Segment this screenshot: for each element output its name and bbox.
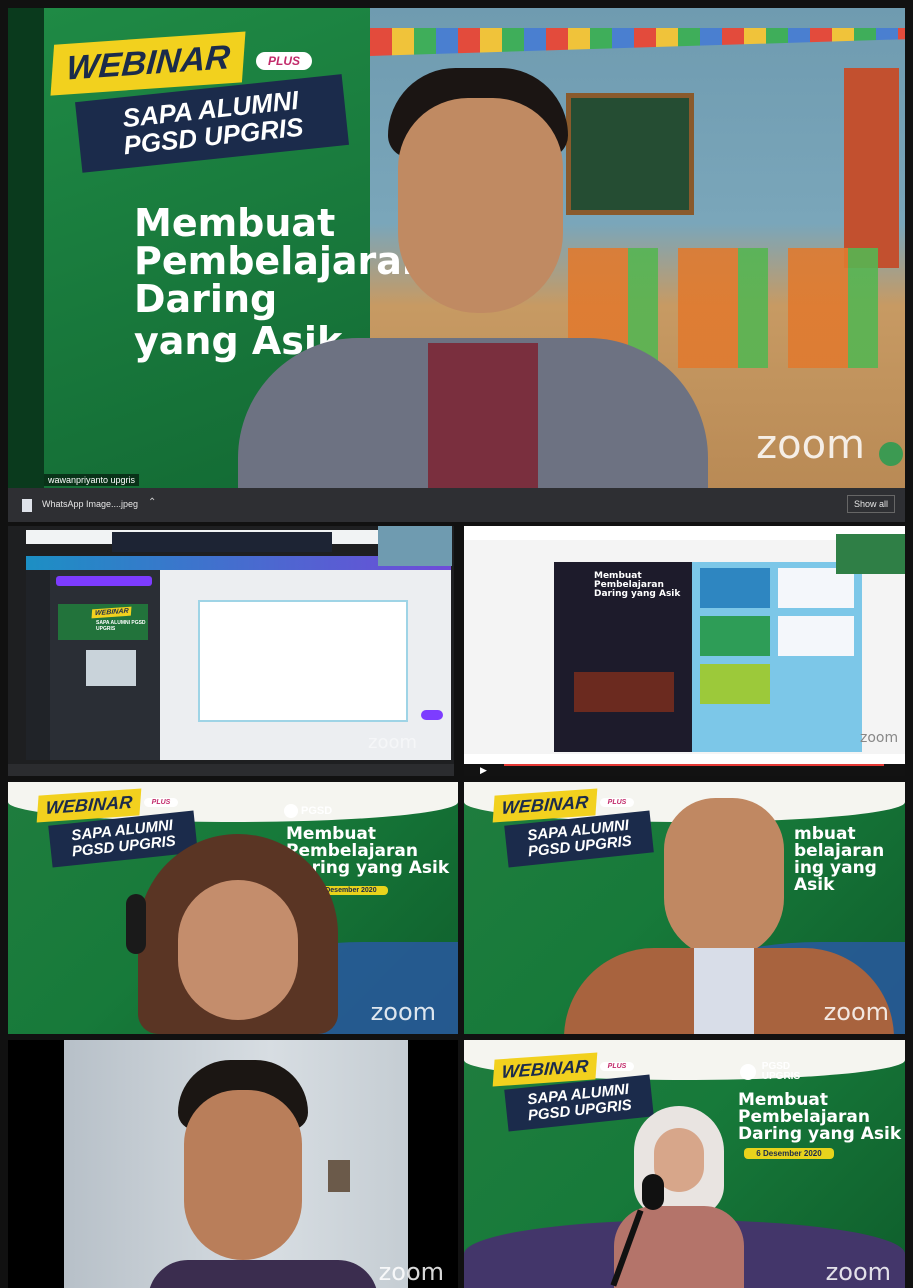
padlet-card-3[interactable] (700, 664, 770, 704)
participant-face (664, 798, 784, 958)
plus-badge-3: PLUS (144, 798, 178, 807)
pgsd-upgris-logo: PGSD UPGRIS (740, 1062, 800, 1082)
play-icon[interactable]: ▶ (480, 765, 487, 776)
zoom-logo-icon (879, 442, 903, 466)
taskbar (8, 764, 454, 776)
participant-video-3 (108, 834, 368, 1034)
download-bar: WhatsApp Image....jpeg ⌃ Show all (8, 488, 905, 522)
microphone-icon (642, 1174, 664, 1210)
plus-badge-6: PLUS (600, 1062, 634, 1071)
padlet-card-5[interactable] (778, 616, 854, 656)
screen-share-tile-2[interactable]: Membuat Pembelajaran Daring yang Asik zo… (464, 526, 905, 776)
zoom-watermark-5: zoom (378, 1258, 444, 1286)
presenter-thumbnail-2 (836, 534, 905, 574)
logo-line-2: UPGRIS (761, 1071, 801, 1082)
poster-title-line-3: Daring yang Asik (594, 589, 681, 599)
padlet-board (692, 562, 862, 752)
zoom-watermark-2: zoom (860, 730, 899, 746)
participant-tile-4[interactable]: WEBINAR PLUS SAPA ALUMNI PGSD UPGRIS mbu… (464, 782, 905, 1034)
photo-thumbnail[interactable] (86, 650, 136, 686)
poster-title: Membuat Pembelajaran Daring yang Asik (594, 572, 680, 599)
padlet-card-2[interactable] (700, 616, 770, 656)
presenter-thumbnail (378, 526, 452, 566)
participant-tile-3[interactable]: WEBINAR PLUS SAPA ALUMNI PGSD UPGRIS PGS… (8, 782, 458, 1034)
classroom-door (844, 68, 899, 268)
webinar-title-6: Membuat Pembelajaran Daring yang Asik (738, 1092, 901, 1143)
speaker-video (238, 68, 708, 488)
pgsd-logo-icon (740, 1064, 756, 1080)
thumbnail-banner-text: SAPA ALUMNI PGSD UPGRIS (96, 620, 146, 632)
download-file-name[interactable]: WhatsApp Image....jpeg (42, 499, 138, 509)
participant-video-6 (604, 1106, 754, 1288)
pgsd-logo-icon (284, 804, 298, 818)
participant-tile-5[interactable]: zoom (8, 1040, 458, 1288)
participant-name-tag: wawanpriyanto upgris (44, 474, 140, 486)
event-date: 6 Desember 2020 (744, 1148, 834, 1159)
canva-sidebar (26, 570, 50, 760)
show-all-button[interactable]: Show all (846, 495, 895, 513)
progress-bar[interactable] (504, 764, 884, 766)
help-button[interactable] (421, 710, 443, 720)
participant-shirt (694, 948, 754, 1034)
template-thumbnail[interactable]: WEBINAR SAPA ALUMNI PGSD UPGRIS (58, 604, 148, 640)
chevron-up-icon[interactable]: ⌃ (148, 497, 156, 508)
zoom-watermark-4: zoom (823, 998, 889, 1026)
thumbnail-webinar-badge: WEBINAR (91, 606, 132, 619)
padlet-card-4[interactable] (778, 568, 854, 608)
zoom-watermark-6: zoom (825, 1258, 891, 1286)
file-icon (22, 499, 32, 512)
participant-face (178, 880, 298, 1020)
dark-left-edge (8, 8, 44, 488)
zoom-watermark-1: zoom (368, 732, 418, 753)
padlet-card-1[interactable] (700, 568, 770, 608)
pgsd-logo-text: PGSD (301, 804, 333, 817)
main-speaker-tile[interactable]: WEBINAR PLUS SAPA ALUMNI PGSD UPGRIS Mem… (8, 8, 905, 488)
screen-share-tile-1[interactable]: WEBINAR SAPA ALUMNI PGSD UPGRIS zoom (8, 526, 454, 776)
media-controls: ▶ (464, 764, 905, 776)
presentation-poster: Membuat Pembelajaran Daring yang Asik (554, 562, 692, 752)
speaker-shirt (428, 343, 538, 488)
zoom-watermark: zoom (756, 422, 865, 468)
participant-shirt (148, 1260, 378, 1288)
redaction-bar (112, 532, 332, 552)
participant-video-5 (148, 1060, 378, 1288)
pgsd-logo: PGSD (284, 804, 332, 818)
participant-tile-6[interactable]: WEBINAR PLUS SAPA ALUMNI PGSD UPGRIS PGS… (464, 1040, 905, 1288)
poster-image (574, 672, 674, 712)
speaker-face (398, 98, 563, 313)
canva-panel: WEBINAR SAPA ALUMNI PGSD UPGRIS (50, 570, 160, 760)
participant-face (184, 1090, 302, 1260)
zoom-watermark-3: zoom (370, 998, 436, 1026)
headset (126, 894, 146, 954)
panel-button[interactable] (56, 576, 152, 586)
design-canvas[interactable] (198, 600, 408, 722)
title-line-3: Daring yang Asik (738, 1124, 902, 1144)
